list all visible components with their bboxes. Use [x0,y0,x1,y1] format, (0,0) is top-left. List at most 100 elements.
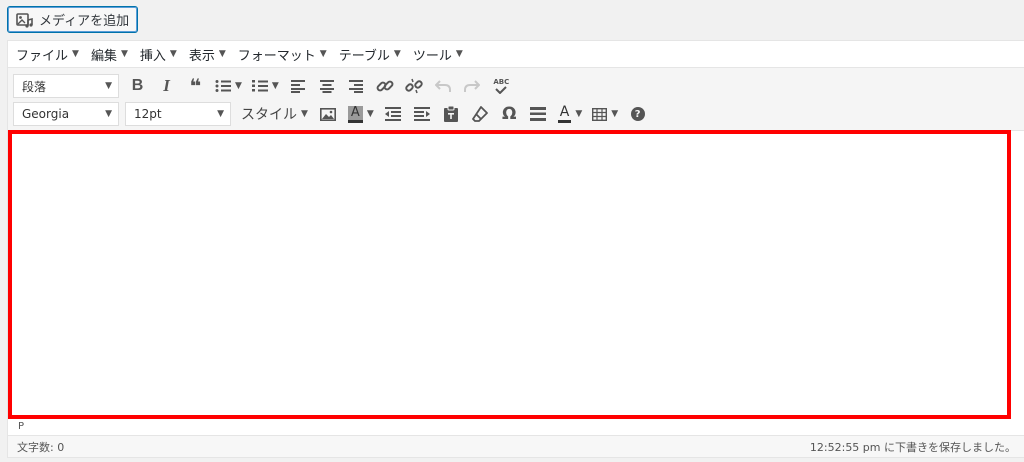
text-color-icon: A [557,105,572,123]
align-center-button[interactable] [315,73,340,99]
insert-link-button[interactable] [373,73,398,99]
font-size-value: 12pt [134,107,162,121]
table-button[interactable]: ▼ [589,101,621,127]
unlink-icon [405,78,424,94]
spellcheck-icon: ABC [493,77,510,94]
bold-button[interactable]: B [125,73,150,99]
spellcheck-label: ABC [493,77,510,86]
format-select[interactable]: 段落 ▼ [13,74,119,98]
menu-table-label: テーブル [338,48,390,64]
menu-tools[interactable]: ツール ▼ [413,45,463,64]
add-media-label: メディアを追加 [39,14,130,29]
status-bar: 文字数: 0 12:52:55 pm に下書きを保存しました。 [8,435,1024,457]
redo-icon [464,80,481,92]
toolbar-row-2: Georgia ▼ 12pt ▼ スタイル ▼ A ▼ Ω A ▼ ▼ ? [13,100,1024,128]
horizontal-line-icon [530,107,547,121]
font-size-select[interactable]: 12pt ▼ [125,102,231,126]
align-left-button[interactable] [286,73,311,99]
spellcheck-button[interactable]: ABC [489,73,514,99]
numbered-list-icon [251,80,268,92]
align-left-icon [291,80,306,93]
special-character-button[interactable]: Ω [497,101,522,127]
menu-tools-label: ツール [412,48,452,64]
help-icon: ? [630,107,645,121]
caret-down-icon: ▼ [271,81,279,91]
link-icon [376,80,394,92]
background-color-icon: A [347,105,363,123]
numbered-list-button[interactable]: ▼ [249,73,282,99]
menu-edit-label: 編集 [90,48,117,64]
image-icon [320,107,337,121]
outdent-button[interactable] [381,101,406,127]
element-path-p[interactable]: P [18,421,24,432]
remove-link-button[interactable] [402,73,427,99]
menu-file[interactable]: ファイル ▼ [16,45,79,64]
eraser-icon [472,106,489,122]
paste-as-text-button[interactable] [439,101,464,127]
font-family-value: Georgia [22,107,70,121]
table-icon [592,107,608,121]
checkmark-icon [495,85,508,94]
format-select-value: 段落 [22,79,47,94]
autosave-status: 12:52:55 pm に下書きを保存しました。 [809,440,1016,454]
menu-table[interactable]: テーブル ▼ [339,45,401,64]
menu-view[interactable]: 表示 ▼ [189,45,226,64]
caret-down-icon: ▼ [611,109,619,119]
menu-insert-label: 挿入 [139,48,166,64]
caret-down-icon: ▼ [393,49,401,59]
indent-icon [414,107,431,121]
visual-editor: ファイル ▼ 編集 ▼ 挿入 ▼ 表示 ▼ フォーマット ▼ テーブル ▼ ツール ▼ 段落 ▼… [7,40,1024,458]
align-right-button[interactable] [344,73,369,99]
horizontal-line-button[interactable] [526,101,551,127]
caret-down-icon: ▼ [575,109,583,119]
toolbar-row-1: 段落 ▼ B I ❝ ▼ ▼ ABC [13,72,1024,100]
undo-icon [435,80,452,92]
align-right-icon [349,80,364,93]
caret-down-icon: ▼ [455,49,463,59]
font-family-select[interactable]: Georgia ▼ [13,102,119,126]
menu-edit[interactable]: 編集 ▼ [91,45,128,64]
menu-view-label: 表示 [188,48,215,64]
redo-button[interactable] [460,73,485,99]
caret-down-icon: ▼ [218,49,226,59]
add-media-button[interactable]: メディアを追加 [7,6,139,33]
bold-icon: B [131,77,144,94]
media-add-icon [16,12,34,28]
editor-content-area[interactable] [8,130,1011,419]
text-color-button[interactable]: A ▼ [555,101,586,127]
caret-down-icon: ▼ [235,81,242,91]
element-path: P [8,419,1024,435]
clear-formatting-button[interactable] [468,101,493,127]
bullet-list-icon [215,80,231,92]
caret-down-icon: ▼ [105,81,112,91]
caret-down-icon: ▼ [301,109,308,119]
italic-button[interactable]: I [154,73,179,99]
quote-icon: ❝ [189,74,202,98]
outdent-icon [385,107,402,121]
menu-insert[interactable]: 挿入 ▼ [140,45,177,64]
styles-label: スタイル [241,107,297,123]
insert-image-button[interactable] [316,101,341,127]
align-center-icon [320,80,335,93]
caret-down-icon: ▼ [169,49,177,59]
help-button[interactable]: ? [625,101,650,127]
styles-dropdown[interactable]: スタイル ▼ [241,104,308,124]
paste-icon [444,106,459,122]
blockquote-button[interactable]: ❝ [183,73,208,99]
undo-button[interactable] [431,73,456,99]
menubar: ファイル ▼ 編集 ▼ 挿入 ▼ 表示 ▼ フォーマット ▼ テーブル ▼ ツール ▼ [8,41,1024,68]
caret-down-icon: ▼ [217,109,224,119]
caret-down-icon: ▼ [72,49,79,59]
bullet-list-button[interactable]: ▼ [212,73,245,99]
background-color-button[interactable]: A ▼ [345,101,377,127]
indent-button[interactable] [410,101,435,127]
italic-icon: I [163,76,170,95]
menu-format-label: フォーマット [237,48,316,64]
caret-down-icon: ▼ [319,49,327,59]
caret-down-icon: ▼ [120,49,128,59]
caret-down-icon: ▼ [105,109,112,119]
omega-icon: Ω [502,104,517,124]
menu-format[interactable]: フォーマット ▼ [238,45,327,64]
word-count: 文字数: 0 [17,440,65,454]
caret-down-icon: ▼ [366,109,374,119]
